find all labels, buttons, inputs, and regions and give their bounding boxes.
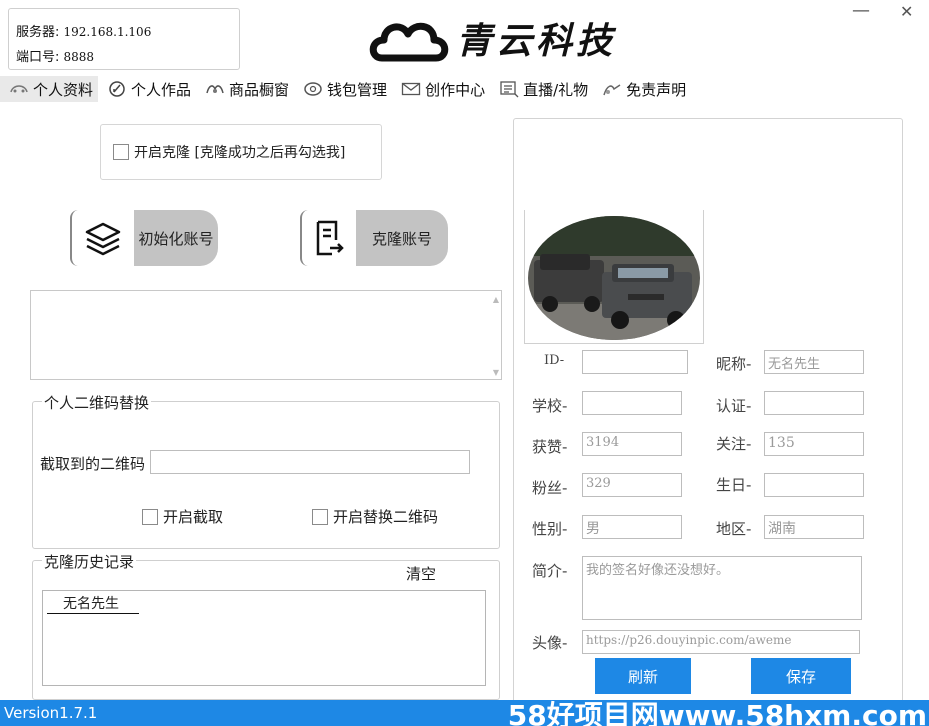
tab-label: 直播/礼物 [523, 80, 589, 99]
shop-window-icon [205, 80, 225, 98]
checkbox-square[interactable] [113, 144, 129, 160]
clear-history-button[interactable]: 清空 [406, 563, 436, 584]
tab-label: 商品橱窗 [229, 80, 290, 99]
list-item[interactable]: 无名先生 [47, 593, 139, 614]
profile-icon [9, 80, 29, 98]
likes-field[interactable]: 3194 [582, 432, 682, 456]
clone-enable-box: 开启克隆 [克隆成功之后再勾选我] [100, 124, 382, 180]
server-ip-row: 服务器: 192.168.1.106 [16, 21, 151, 40]
version-label: Version1.7.1 [4, 704, 98, 722]
enable-replace-qr-checkbox[interactable]: 开启替换二维码 [312, 506, 438, 527]
region-field[interactable]: 湖南 [764, 515, 864, 539]
school-label: 学校- [532, 397, 568, 415]
avatar-url-label: 头像- [532, 634, 568, 652]
status-bar: Version1.7.1 58好项目网www.58hxm.com [0, 699, 929, 726]
works-icon [107, 80, 127, 98]
brand-name: 青云科技 [456, 20, 617, 62]
server-label: 服务器: [16, 25, 60, 40]
id-label: ID- [544, 353, 565, 368]
cloud-logo-icon [369, 22, 449, 62]
enable-clone-label: 开启克隆 [克隆成功之后再勾选我] [134, 145, 346, 161]
gender-field[interactable]: 男 [582, 515, 682, 539]
tab-label: 免责声明 [626, 80, 687, 99]
tab-label: 创作中心 [425, 80, 486, 99]
history-list[interactable]: 无名先生 [42, 590, 486, 686]
scroll-down-icon[interactable]: ▼ [493, 368, 499, 377]
following-field[interactable]: 135 [764, 432, 864, 456]
enable-clone-checkbox[interactable]: 开启克隆 [克隆成功之后再勾选我] [113, 142, 345, 162]
avatar [528, 216, 700, 340]
tab-profile[interactable]: 个人资料 [0, 76, 99, 102]
school-field[interactable] [582, 391, 682, 415]
verify-field[interactable] [764, 391, 864, 415]
port-label: 端口号: [16, 50, 60, 65]
tab-live-gifts[interactable]: 直播/礼物 [490, 76, 593, 102]
minimize-button[interactable]: — [852, 0, 870, 21]
log-textarea[interactable]: ▲ ▼ [30, 290, 502, 380]
document-export-icon [300, 210, 356, 266]
clone-account-button[interactable]: 克隆账号 [300, 210, 448, 266]
server-ip: 192.168.1.106 [63, 25, 152, 39]
server-port: 8888 [63, 50, 95, 64]
tab-disclaimer[interactable]: 免责声明 [593, 76, 691, 102]
tab-creator-center[interactable]: 创作中心 [392, 76, 490, 102]
tab-label: 个人作品 [131, 80, 192, 99]
id-field[interactable] [582, 350, 688, 374]
envelope-icon [401, 80, 421, 98]
region-label: 地区- [716, 520, 752, 538]
avatar-url-field[interactable]: https://p26.douyinpic.com/aweme [582, 630, 860, 654]
following-label: 关注- [716, 435, 752, 453]
fans-field[interactable]: 329 [582, 473, 682, 497]
init-account-label: 初始化账号 [134, 210, 218, 266]
enable-capture-label: 开启截取 [163, 508, 224, 526]
clone-account-label: 克隆账号 [356, 210, 448, 266]
birthday-field[interactable] [764, 473, 864, 497]
tab-works[interactable]: 个人作品 [98, 76, 196, 102]
close-button[interactable]: ✕ [900, 2, 913, 21]
tab-label: 钱包管理 [327, 80, 388, 99]
fans-label: 粉丝- [532, 479, 568, 497]
server-info-box: 服务器: 192.168.1.106 端口号: 8888 [8, 8, 240, 70]
tab-shop-window[interactable]: 商品橱窗 [196, 76, 294, 102]
watermark-text: 58好项目网www.58hxm.com [507, 699, 927, 726]
enable-capture-checkbox[interactable]: 开启截取 [142, 506, 223, 527]
scroll-up-icon[interactable]: ▲ [493, 295, 499, 304]
brand-logo: 青云科技 [368, 6, 638, 66]
nickname-field[interactable]: 无名先生 [764, 350, 864, 374]
server-port-row: 端口号: 8888 [16, 46, 94, 65]
bio-field[interactable]: 我的签名好像还没想好。 [582, 556, 862, 620]
verify-label: 认证- [716, 397, 752, 415]
likes-label: 获赞- [532, 438, 568, 456]
disclaimer-icon [602, 80, 622, 98]
save-button[interactable]: 保存 [751, 658, 851, 694]
captured-qr-label: 截取到的二维码 [40, 455, 146, 473]
enable-replace-qr-label: 开启替换二维码 [333, 508, 439, 526]
live-icon [499, 80, 519, 98]
wallet-icon [303, 80, 323, 98]
layers-icon [70, 210, 134, 266]
history-group-title: 克隆历史记录 [42, 551, 137, 572]
captured-qr-input[interactable] [150, 450, 470, 474]
checkbox-square[interactable] [142, 508, 158, 525]
tab-bar: 个人资料 个人作品 商品橱窗 钱包管理 创作中心 直播/礼物 免责声明 [0, 76, 691, 102]
bio-label: 简介- [532, 562, 568, 580]
tab-wallet[interactable]: 钱包管理 [294, 76, 392, 102]
refresh-button[interactable]: 刷新 [595, 658, 691, 694]
tab-label: 个人资料 [33, 80, 94, 99]
qr-group-title: 个人二维码替换 [42, 392, 152, 413]
birthday-label: 生日- [716, 476, 752, 494]
gender-label: 性别- [532, 520, 568, 538]
checkbox-square[interactable] [312, 508, 328, 525]
init-account-button[interactable]: 初始化账号 [70, 210, 218, 266]
nickname-label: 昵称- [716, 355, 752, 373]
